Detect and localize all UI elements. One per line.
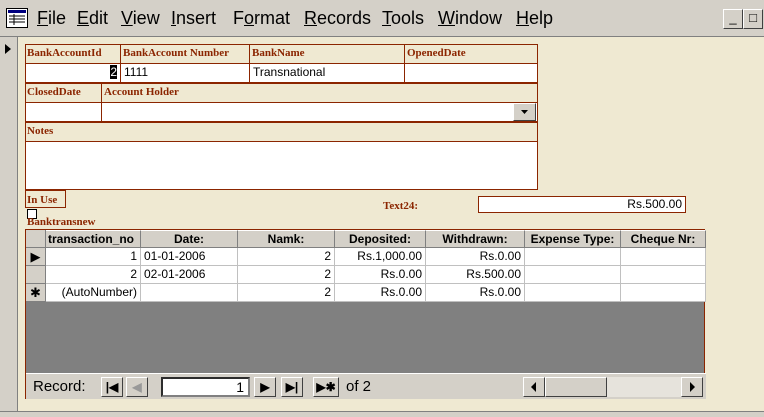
menu-format[interactable]: Format bbox=[233, 8, 290, 29]
bank-name-label: BankName bbox=[252, 47, 305, 59]
scrollbar-thumb[interactable] bbox=[545, 377, 607, 397]
column-header-date[interactable]: Date: bbox=[141, 230, 238, 248]
cell-cheque-nr[interactable] bbox=[621, 266, 706, 284]
record-navigation-bar: Record: |◀ ◀ 1 ▶ ▶| ▶✱ of 2 bbox=[26, 373, 706, 399]
column-header-namk[interactable]: Namk: bbox=[238, 230, 335, 248]
cell-date[interactable]: 02-01-2006 bbox=[141, 266, 238, 284]
closed-date-field[interactable] bbox=[25, 102, 102, 122]
account-holder-combo[interactable] bbox=[101, 102, 538, 122]
menu-tools[interactable]: Tools bbox=[382, 8, 424, 29]
menu-file[interactable]: File bbox=[37, 8, 66, 29]
arrow-right-icon bbox=[690, 382, 695, 392]
menu-insert[interactable]: Insert bbox=[171, 8, 216, 29]
transactions-subform: transaction_no Date: Namk: Deposited: Wi… bbox=[25, 229, 706, 399]
table-row: 2 02-01-2006 2 Rs.0.00 Rs.500.00 bbox=[26, 266, 706, 284]
select-all-corner[interactable] bbox=[26, 230, 46, 248]
bank-account-id-field[interactable]: 2 bbox=[25, 63, 121, 83]
account-holder-dropdown-button[interactable] bbox=[513, 103, 536, 121]
column-header-deposited[interactable]: Deposited: bbox=[335, 230, 426, 248]
new-record-selector[interactable]: ✱ bbox=[26, 284, 46, 302]
scroll-right-button[interactable] bbox=[681, 377, 703, 397]
menu-window[interactable]: Window bbox=[438, 8, 502, 29]
cell-cheque-nr[interactable] bbox=[621, 284, 706, 302]
cell-deposited[interactable]: Rs.0.00 bbox=[335, 266, 426, 284]
opened-date-label: OpenedDate bbox=[407, 47, 466, 59]
record-label: Record: bbox=[33, 378, 86, 395]
subform-label: Banktransnew bbox=[27, 216, 96, 228]
notes-field[interactable] bbox=[25, 141, 538, 190]
column-header-transaction-no[interactable]: transaction_no bbox=[46, 230, 141, 248]
bank-name-field[interactable]: Transnational bbox=[249, 63, 405, 83]
next-record-button[interactable]: ▶ bbox=[254, 377, 276, 397]
menu-edit[interactable]: Edit bbox=[77, 8, 108, 29]
cell-deposited[interactable]: Rs.0.00 bbox=[335, 284, 426, 302]
column-header-expense-type[interactable]: Expense Type: bbox=[525, 230, 621, 248]
cell-transaction-no[interactable]: 1 bbox=[46, 248, 141, 266]
cell-withdrawn[interactable]: Rs.0.00 bbox=[426, 248, 525, 266]
menu-help[interactable]: Help bbox=[516, 8, 553, 29]
closed-date-label: ClosedDate bbox=[27, 86, 81, 98]
cell-withdrawn[interactable]: Rs.0.00 bbox=[426, 284, 525, 302]
form-view-icon[interactable] bbox=[6, 8, 28, 28]
minimize-button[interactable]: _ bbox=[723, 9, 743, 29]
cell-namk[interactable]: 2 bbox=[238, 284, 335, 302]
opened-date-field[interactable] bbox=[404, 63, 538, 83]
account-holder-label: Account Holder bbox=[104, 86, 179, 98]
chevron-down-icon bbox=[521, 110, 528, 114]
text24-label: Text24: bbox=[383, 200, 419, 212]
menu-view[interactable]: View bbox=[121, 8, 160, 29]
restore-button[interactable]: □ bbox=[743, 9, 763, 29]
arrow-left-icon bbox=[531, 382, 536, 392]
in-use-label: In Use bbox=[27, 194, 58, 206]
first-record-button[interactable]: |◀ bbox=[101, 377, 123, 397]
bank-account-number-label: BankAccount Number bbox=[123, 47, 230, 59]
scroll-left-button[interactable] bbox=[523, 377, 545, 397]
record-count: of 2 bbox=[346, 378, 372, 395]
cell-transaction-no[interactable]: (AutoNumber) bbox=[46, 284, 141, 302]
cell-date[interactable]: 01-01-2006 bbox=[141, 248, 238, 266]
text24-field[interactable]: Rs.500.00 bbox=[478, 196, 686, 213]
row-selector[interactable]: ▶ bbox=[26, 248, 46, 266]
cell-deposited[interactable]: Rs.1,000.00 bbox=[335, 248, 426, 266]
menu-bar: File Edit View Insert Format Records Too… bbox=[0, 0, 764, 37]
current-record-arrow-icon bbox=[5, 44, 11, 54]
record-selector-bar[interactable] bbox=[0, 37, 18, 411]
cell-namk[interactable]: 2 bbox=[238, 266, 335, 284]
column-header-withdrawn[interactable]: Withdrawn: bbox=[426, 230, 525, 248]
notes-label: Notes bbox=[27, 125, 54, 137]
new-record-button[interactable]: ▶✱ bbox=[313, 377, 339, 397]
cell-expense-type[interactable] bbox=[525, 248, 621, 266]
column-header-cheque-nr[interactable]: Cheque Nr: bbox=[621, 230, 706, 248]
table-row-new: ✱ (AutoNumber) 2 Rs.0.00 Rs.0.00 bbox=[26, 284, 706, 302]
menu-records[interactable]: Records bbox=[304, 8, 371, 29]
cell-namk[interactable]: 2 bbox=[238, 248, 335, 266]
cell-expense-type[interactable] bbox=[525, 266, 621, 284]
status-bar bbox=[0, 411, 764, 417]
table-row: ▶ 1 01-01-2006 2 Rs.1,000.00 Rs.0.00 bbox=[26, 248, 706, 266]
row-selector[interactable] bbox=[26, 266, 46, 284]
cell-transaction-no[interactable]: 2 bbox=[46, 266, 141, 284]
bank-account-id-label: BankAccountId bbox=[27, 47, 102, 59]
cell-withdrawn[interactable]: Rs.500.00 bbox=[426, 266, 525, 284]
previous-record-button[interactable]: ◀ bbox=[126, 377, 148, 397]
last-record-button[interactable]: ▶| bbox=[281, 377, 303, 397]
cell-expense-type[interactable] bbox=[525, 284, 621, 302]
cell-date[interactable] bbox=[141, 284, 238, 302]
cell-cheque-nr[interactable] bbox=[621, 248, 706, 266]
bank-account-number-field[interactable]: 1111 bbox=[120, 63, 250, 83]
current-record-input[interactable]: 1 bbox=[161, 377, 250, 397]
